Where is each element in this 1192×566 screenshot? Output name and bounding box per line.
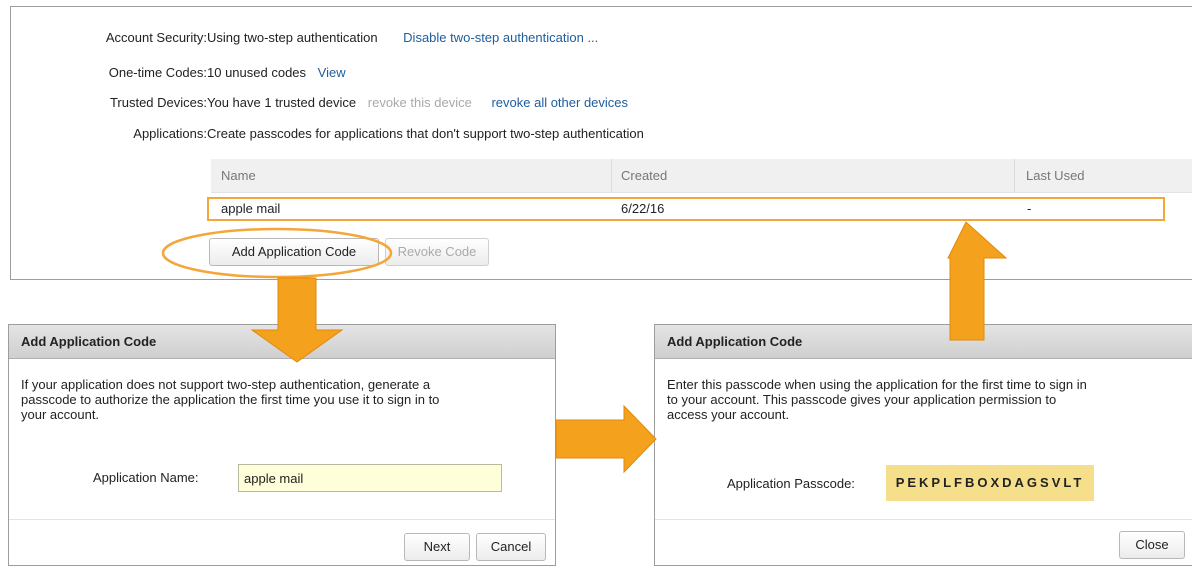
trusted-devices-label: Trusted Devices:	[109, 95, 207, 110]
dialog-divider	[9, 519, 555, 520]
cancel-button[interactable]: Cancel	[476, 533, 546, 561]
column-header-last-used[interactable]: Last Used	[1026, 159, 1085, 193]
description-line: your account.	[21, 407, 100, 422]
applications-description: Create passcodes for applications that d…	[207, 126, 644, 141]
dialog-description: If your application does not support two…	[21, 377, 439, 422]
account-settings-panel: Account Security: Using two-step authent…	[10, 6, 1192, 280]
description-line: If your application does not support two…	[21, 377, 431, 392]
application-passcode-dialog: Add Application Code Enter this passcode…	[654, 324, 1192, 566]
description-line: access your account.	[667, 407, 790, 422]
applications-label: Applications:	[133, 126, 207, 141]
unused-codes-count: 10 unused codes	[207, 65, 307, 80]
trusted-devices-row: Trusted Devices: You have 1 trusted devi…	[11, 93, 1191, 113]
view-codes-link[interactable]: View	[318, 65, 346, 80]
row-created-cell: 6/22/16	[621, 201, 665, 216]
add-application-code-button[interactable]: Add Application Code	[209, 238, 379, 266]
one-time-codes-row: One-time Codes: 10 unused codes View	[11, 63, 1191, 83]
add-application-code-dialog: Add Application Code If your application…	[8, 324, 556, 566]
account-security-label: Account Security:	[105, 30, 207, 45]
trusted-devices-count: You have 1 trusted device	[207, 95, 357, 110]
column-header-name[interactable]: Name	[221, 159, 256, 193]
dialog-title: Add Application Code	[655, 325, 1192, 359]
revoke-all-other-devices-link[interactable]: revoke all other devices	[491, 95, 628, 110]
table-row[interactable]: apple mail 6/22/16 -	[207, 197, 1165, 221]
revoke-this-device-link[interactable]: revoke this device	[368, 95, 472, 110]
description-line: to your account. This passcode gives you…	[667, 392, 1057, 407]
column-divider	[1014, 159, 1015, 193]
account-security-value: Using two-step authentication Disable tw…	[207, 28, 620, 48]
column-header-created[interactable]: Created	[621, 159, 667, 193]
table-header: Name Created Last Used	[211, 159, 1192, 193]
one-time-codes-label: One-time Codes:	[108, 65, 207, 80]
application-name-label: Application Name:	[93, 470, 199, 485]
account-security-status: Using two-step authentication	[207, 30, 378, 45]
description-line: passcode to authorize the application th…	[21, 392, 440, 407]
application-name-input[interactable]	[238, 464, 502, 492]
trusted-devices-value: You have 1 trusted device revoke this de…	[207, 93, 650, 113]
arrow-right-icon	[555, 404, 657, 474]
applications-row: Applications: Create passcodes for appli…	[11, 124, 1191, 144]
next-button[interactable]: Next	[404, 533, 470, 561]
application-passcode-label: Application Passcode:	[727, 476, 855, 491]
revoke-code-button[interactable]: Revoke Code	[385, 238, 489, 266]
close-button[interactable]: Close	[1119, 531, 1185, 559]
disable-two-step-link[interactable]: Disable two-step authentication ...	[403, 30, 598, 45]
dialog-divider	[655, 519, 1192, 520]
column-divider	[611, 159, 612, 193]
application-passcode-value: PEKPLFBOXDAGSVLT	[886, 465, 1094, 501]
one-time-codes-value: 10 unused codes View	[207, 63, 368, 83]
dialog-description: Enter this passcode when using the appli…	[667, 377, 1087, 422]
dialog-title: Add Application Code	[9, 325, 555, 359]
row-last-used-cell: -	[1027, 201, 1032, 216]
row-name-cell: apple mail	[221, 201, 281, 216]
description-line: Enter this passcode when using the appli…	[667, 377, 1087, 392]
account-security-row: Account Security: Using two-step authent…	[11, 28, 1191, 48]
